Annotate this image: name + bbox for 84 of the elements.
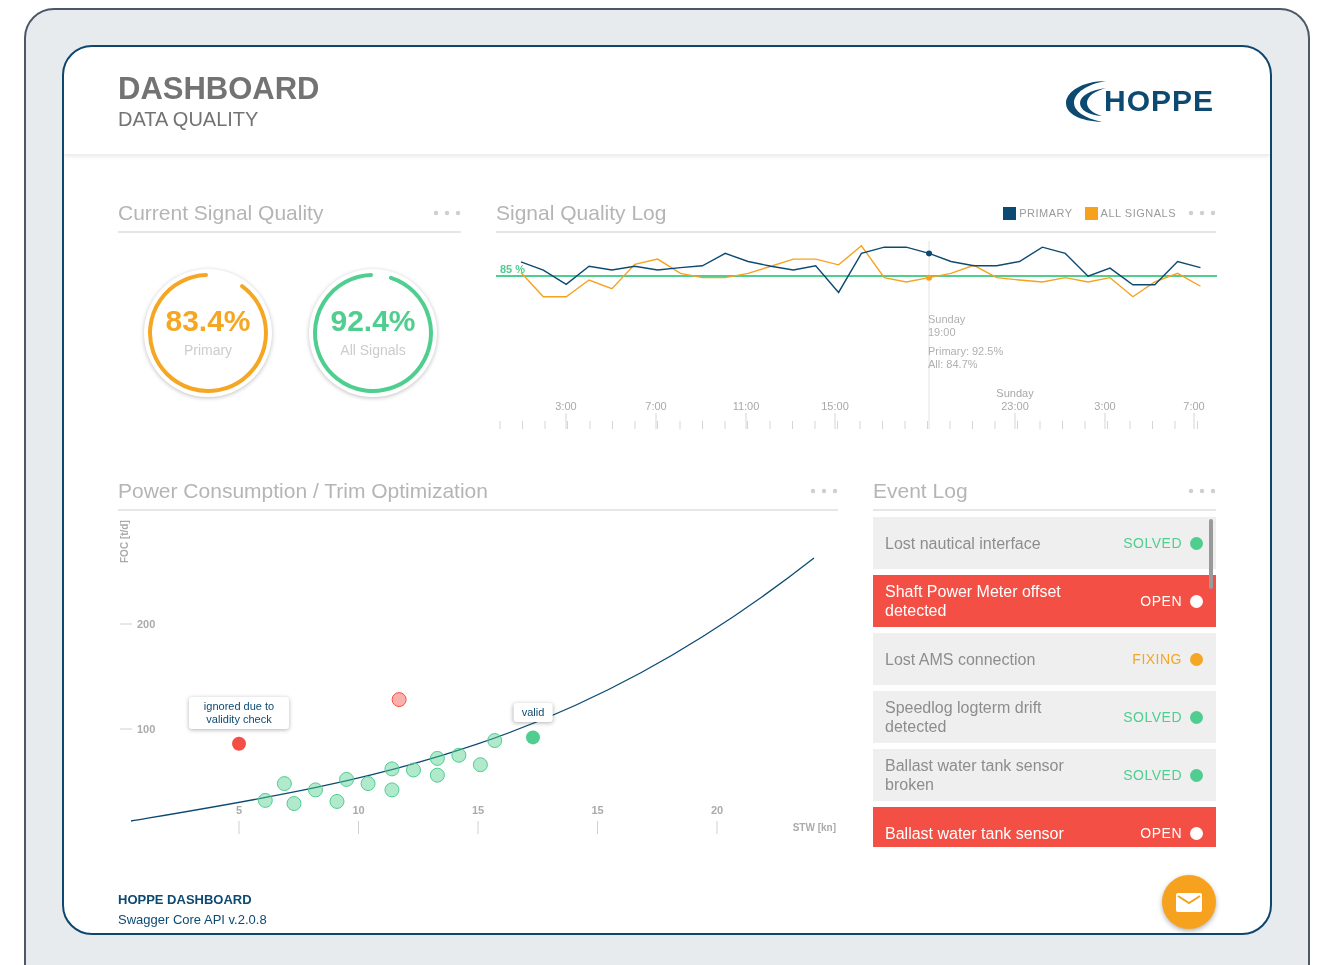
x-tick-label: 10 <box>352 804 365 816</box>
event-text: Lost AMS connection <box>885 649 1036 669</box>
axis-label: 3:00 <box>555 400 577 413</box>
footer-subtitle: Swagger Core API v.2.0.8 <box>118 910 267 929</box>
data-point <box>405 762 421 778</box>
scrollbar[interactable] <box>1209 519 1213 589</box>
data-point <box>391 692 407 708</box>
axis-label: 15:00 <box>821 400 849 413</box>
data-tooltip: valid <box>513 703 553 723</box>
event-row[interactable]: Lost AMS connection FIXING <box>873 633 1216 685</box>
event-status: SOLVED <box>1123 533 1182 553</box>
panel-title: Current Signal Quality <box>118 200 324 227</box>
axis-label: Sunday <box>996 387 1034 400</box>
data-point <box>472 757 488 773</box>
x-axis-label: STW [kn] <box>792 822 836 833</box>
data-point <box>308 782 323 798</box>
data-point <box>384 761 400 777</box>
more-icon[interactable] <box>1188 210 1216 216</box>
event-text: Lost nautical interface <box>885 533 1041 553</box>
axis-label: 11:00 <box>732 400 760 413</box>
event-status: OPEN <box>1140 823 1182 843</box>
event-status: OPEN <box>1140 591 1182 611</box>
panel-title: Event Log <box>873 478 968 505</box>
x-tick-label: 15 <box>471 804 485 816</box>
axis-label: 3:00 <box>1094 400 1116 413</box>
tooltip-time: 19:00 <box>928 326 957 339</box>
data-point <box>926 274 933 281</box>
footer-title: HOPPE DASHBOARD <box>118 891 253 909</box>
event-row[interactable]: Ballast water tank sensor broken SOLVED <box>873 749 1216 801</box>
page-subtitle: DATA QUALITY <box>118 106 260 131</box>
data-point <box>926 250 933 257</box>
axis-label: 7:00 <box>1183 400 1205 413</box>
legend-label: ALL SIGNALS <box>1100 205 1176 221</box>
axis-tick <box>597 820 598 835</box>
event-status: SOLVED <box>1123 707 1182 727</box>
data-point <box>429 767 445 783</box>
data-point <box>360 776 376 792</box>
data-point <box>276 776 292 792</box>
gauge-value: 83.4% <box>165 305 251 336</box>
logo-text: HOPPE <box>1103 83 1214 119</box>
tooltip-day: Sunday <box>928 313 1004 326</box>
event-row[interactable]: Speedlog logterm drift detected SOLVED <box>873 691 1216 743</box>
gauge-value: 92.4% <box>330 305 416 336</box>
tooltip-primary: Primary: 92.5% <box>928 345 1004 358</box>
data-point <box>451 747 467 763</box>
data-point <box>429 750 445 766</box>
y-tick-label: 100 <box>137 723 156 735</box>
data-tooltip: ignored due to validity check <box>189 696 289 729</box>
axis-label: 23:00 <box>1001 400 1029 413</box>
page-title: DASHBOARD <box>118 70 320 107</box>
panel-title: Power Consumption / Trim Optimization <box>118 478 488 505</box>
x-tick-label: 5 <box>235 804 243 816</box>
event-text: Speedlog logterm drift detected <box>885 698 1043 736</box>
data-point <box>487 733 503 749</box>
y-axis-label: FOC [t/d] <box>119 520 130 563</box>
data-point <box>257 792 273 808</box>
event-text: Shaft Power Meter offset detected <box>885 582 1062 620</box>
y-tick-label: 200 <box>137 618 156 630</box>
axis-tick <box>358 820 359 835</box>
more-icon[interactable] <box>810 488 838 494</box>
event-row[interactable]: Lost nautical interface SOLVED <box>873 517 1216 569</box>
more-icon[interactable] <box>1188 488 1216 494</box>
x-tick-label: 15 <box>591 804 604 816</box>
data-point <box>232 736 246 751</box>
panel-title: Signal Quality Log <box>496 200 667 227</box>
more-icon[interactable] <box>433 210 461 216</box>
data-point <box>329 793 345 809</box>
event-row[interactable]: Shaft Power Meter offset detected OPEN <box>873 575 1216 627</box>
tooltip-all: All: 84.7% <box>928 358 979 371</box>
threshold-label: 85 % <box>500 262 526 277</box>
data-point <box>384 782 400 798</box>
event-row[interactable]: Ballast water tank sensor OPEN <box>873 807 1216 847</box>
event-status: SOLVED <box>1123 765 1182 785</box>
axis-label: 7:00 <box>645 400 667 413</box>
legend-label: PRIMARY <box>1019 205 1073 221</box>
mail-button[interactable] <box>1162 875 1216 929</box>
event-text: Ballast water tank sensor broken <box>885 756 1065 794</box>
event-status: FIXING <box>1132 649 1182 669</box>
mail-icon <box>1176 892 1202 912</box>
data-point <box>525 730 540 745</box>
data-point <box>339 771 355 787</box>
data-point <box>286 796 302 812</box>
event-text: Ballast water tank sensor <box>885 823 1064 843</box>
x-tick-label: 20 <box>710 804 724 816</box>
